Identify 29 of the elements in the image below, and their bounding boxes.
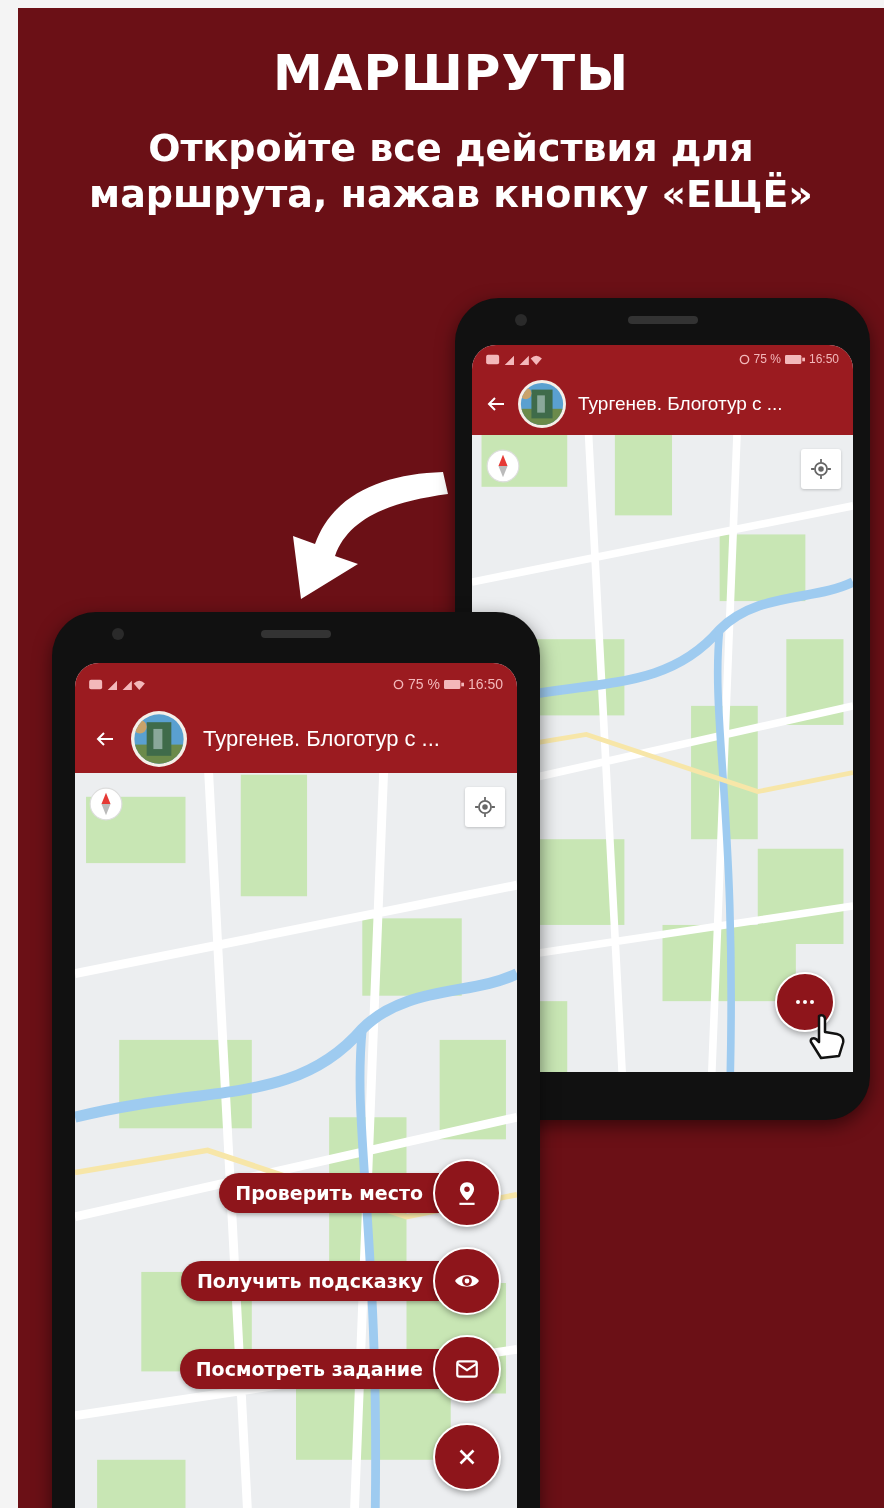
signal-icon (486, 352, 542, 366)
battery-percent: 75 % (753, 352, 781, 366)
vibrate-icon (738, 353, 750, 365)
more-icon (795, 999, 815, 1005)
status-time: 16:50 (467, 676, 503, 692)
heading: МАРШРУТЫ (273, 44, 629, 102)
action-label[interactable]: Посмотреть задание (179, 1349, 439, 1389)
speaker-grille (261, 630, 331, 638)
front-camera (112, 628, 124, 640)
locate-button[interactable] (465, 787, 505, 827)
speaker-grille (627, 316, 698, 324)
route-title: Тургенев. Блоготур с ... (203, 726, 440, 752)
locate-button[interactable] (801, 449, 841, 489)
vibrate-icon (393, 678, 405, 690)
action-label[interactable]: Проверить место (219, 1173, 439, 1213)
action-label[interactable]: Получить подсказку (180, 1261, 439, 1301)
battery-icon (443, 678, 464, 690)
signal-icon (89, 677, 145, 691)
front-camera (515, 314, 527, 326)
location-target-icon (810, 458, 832, 480)
battery-icon (784, 353, 805, 365)
compass-icon[interactable] (486, 449, 520, 483)
subheading: Откройте все действия для маршрута, нажав кнопку «ЕЩЁ» (88, 126, 814, 218)
battery-percent: 75 % (408, 676, 440, 692)
route-title: Тургенев. Блоготур с ... (578, 393, 783, 415)
location-target-icon (474, 796, 496, 818)
status-time: 16:50 (808, 352, 839, 366)
compass-icon[interactable] (89, 787, 123, 821)
hand-pointer-icon (807, 1012, 847, 1062)
